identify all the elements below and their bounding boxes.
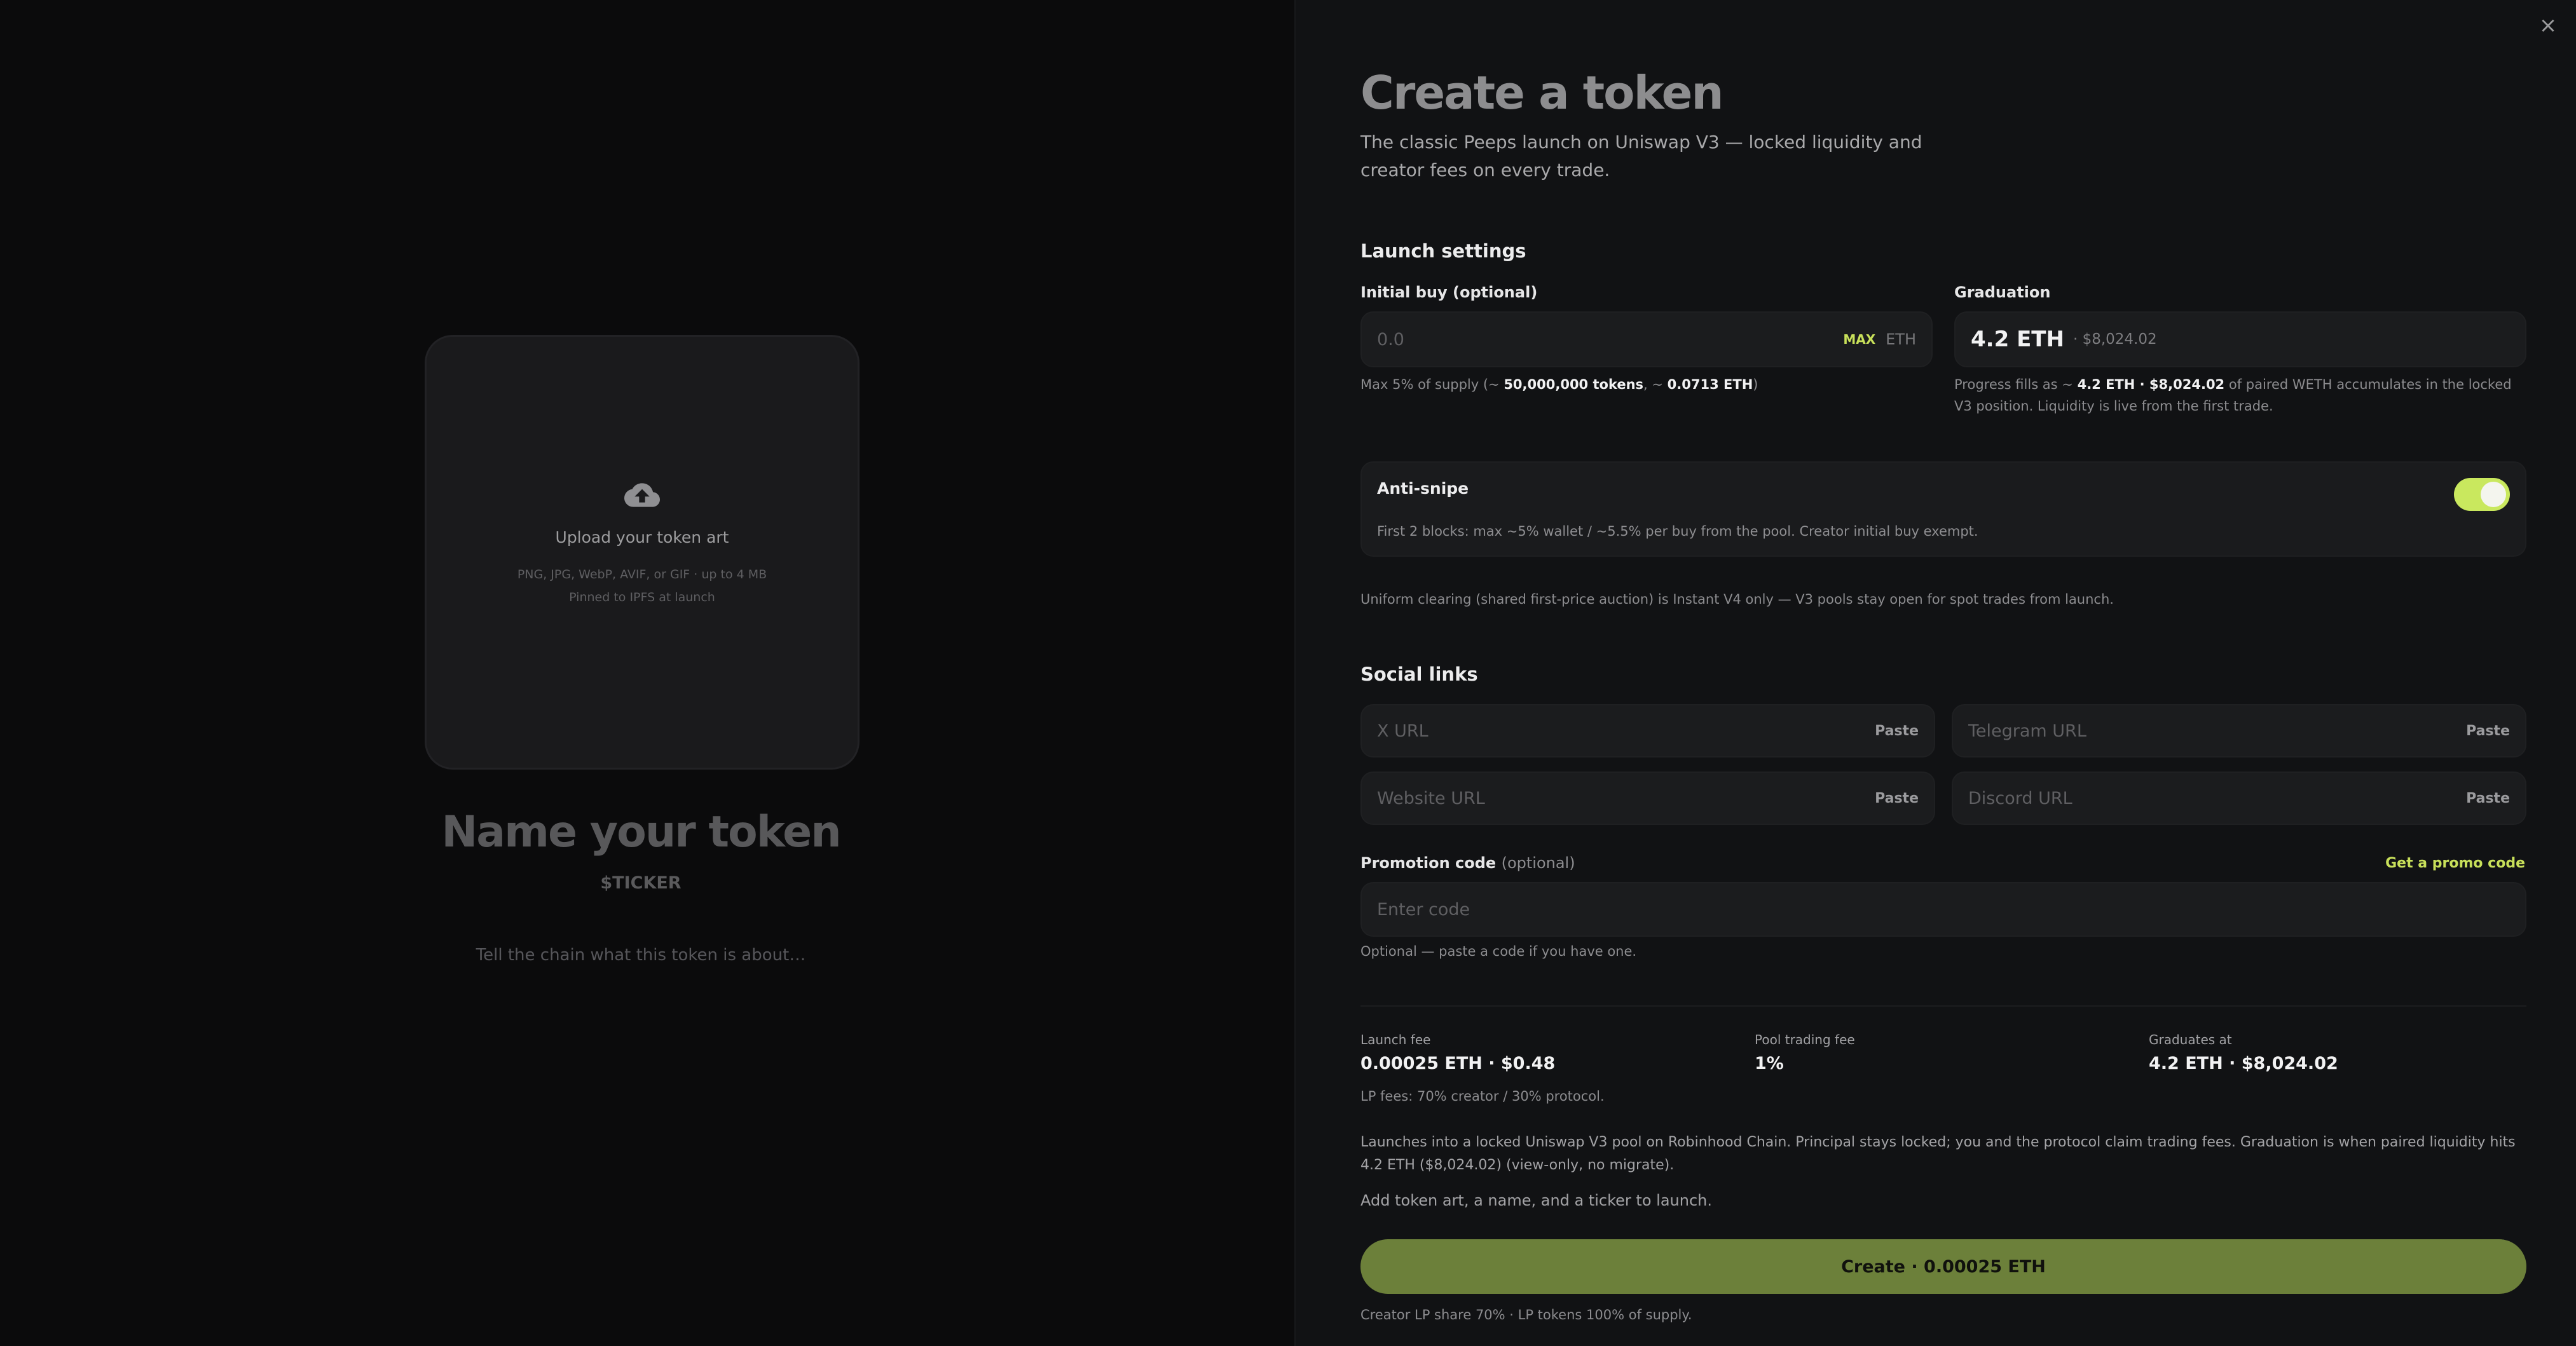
social-links-heading: Social links <box>1360 663 1478 685</box>
graduation-hint: Progress fills as ~ 4.2 ETH · $8,024.02 … <box>1954 377 2512 414</box>
paste-discord-button[interactable]: Paste <box>2466 791 2510 806</box>
anti-snipe-description: First 2 blocks: max ~5% wallet / ~5.5% p… <box>1377 524 1978 539</box>
section-divider <box>1360 1005 2526 1007</box>
promo-code-field <box>1360 882 2526 937</box>
x-url-field: Paste <box>1360 704 1935 758</box>
launch-fee-label: Launch fee <box>1360 1032 1431 1047</box>
token-art-upload-dropzone[interactable]: Upload your token art PNG, JPG, WebP, AV… <box>425 335 860 770</box>
promo-code-hint: Optional — paste a code if you have one. <box>1360 944 1637 959</box>
page-description: The classic Peeps launch on Uniswap V3 —… <box>1360 132 1922 180</box>
website-url-field: Paste <box>1360 772 1935 825</box>
graduation-usd: · $8,024.02 <box>2072 331 2157 348</box>
upload-title: Upload your token art <box>555 527 729 547</box>
promo-code-input[interactable] <box>1377 899 2510 920</box>
discord-url-input[interactable] <box>1968 788 2467 808</box>
paste-telegram-button[interactable]: Paste <box>2466 723 2510 739</box>
launch-summary: Launches into a locked Uniswap V3 pool o… <box>1360 1134 2516 1173</box>
pool-fee-label: Pool trading fee <box>1755 1032 1855 1047</box>
create-token-button[interactable]: Create · 0.00025 ETH <box>1360 1239 2526 1294</box>
initial-buy-hint: Max 5% of supply (~ 50,000,000 tokens, ~… <box>1360 377 1758 392</box>
initial-buy-input[interactable] <box>1377 329 1844 350</box>
graduation-display: 4.2 ETH · $8,024.02 <box>1954 311 2526 367</box>
graduation-value: 4.2 ETH <box>1971 327 2064 352</box>
graduates-at-value: 4.2 ETH · $8,024.02 <box>2149 1054 2338 1073</box>
launch-fee-value: 0.00025 ETH · $0.48 <box>1360 1054 1556 1073</box>
anti-snipe-title: Anti-snipe <box>1377 479 1469 498</box>
lp-fees-note: LP fees: 70% creator / 30% protocol. <box>1360 1089 1605 1104</box>
initial-buy-field: MAX ETH <box>1360 311 1933 367</box>
toggle-knob <box>2481 482 2506 507</box>
token-name-input[interactable]: Name your token <box>0 807 1282 857</box>
telegram-url-field: Paste <box>1952 704 2526 758</box>
paste-x-button[interactable]: Paste <box>1875 723 1919 739</box>
anti-snipe-card: Anti-snipe First 2 blocks: max ~5% walle… <box>1360 461 2526 557</box>
token-ticker-input[interactable]: $TICKER <box>0 873 1282 893</box>
promo-code-label: Promotion code (optional) <box>1360 854 1575 872</box>
upload-formats: PNG, JPG, WebP, AVIF, or GIF · up to 4 M… <box>517 567 767 581</box>
x-url-input[interactable] <box>1377 721 1875 741</box>
initial-buy-unit: ETH <box>1886 330 1916 348</box>
create-token-screen: Upload your token art PNG, JPG, WebP, AV… <box>0 0 2576 1346</box>
anti-snipe-toggle[interactable] <box>2454 478 2510 511</box>
graduation-label: Graduation <box>1954 283 2051 301</box>
website-url-input[interactable] <box>1377 788 1875 808</box>
token-description-input[interactable]: Tell the chain what this token is about… <box>0 946 1282 965</box>
clearing-note: Uniform clearing (shared first-price auc… <box>1360 592 2114 607</box>
token-preview-pane: Upload your token art PNG, JPG, WebP, AV… <box>0 0 1294 1346</box>
telegram-url-input[interactable] <box>1968 721 2467 741</box>
upload-pinned-note: Pinned to IPFS at launch <box>569 590 715 604</box>
graduates-at-label: Graduates at <box>2149 1032 2232 1047</box>
launch-settings-heading: Launch settings <box>1360 240 1526 262</box>
pool-fee-value: 1% <box>1755 1054 1784 1073</box>
create-token-panel: × Create a token The classic Peeps launc… <box>1294 0 2576 1346</box>
max-button[interactable]: MAX <box>1843 332 1875 347</box>
discord-url-field: Paste <box>1952 772 2526 825</box>
close-button[interactable]: × <box>2537 14 2559 37</box>
initial-buy-label: Initial buy (optional) <box>1360 283 1538 301</box>
creator-lp-footer: Creator LP share 70% · LP tokens 100% of… <box>1360 1307 1692 1322</box>
cloud-upload-icon <box>624 482 660 507</box>
launch-requirement: Add token art, a name, and a ticker to l… <box>1360 1192 1712 1209</box>
page-title: Create a token <box>1360 66 1724 119</box>
get-promo-code-link[interactable]: Get a promo code <box>2385 855 2525 871</box>
paste-website-button[interactable]: Paste <box>1875 791 1919 806</box>
